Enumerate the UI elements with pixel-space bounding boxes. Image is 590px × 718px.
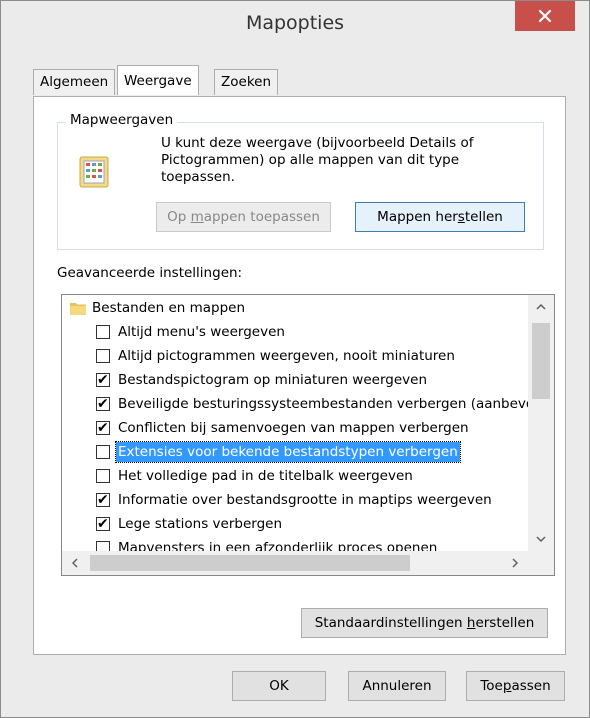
- horizontal-scroll-thumb[interactable]: [90, 555, 410, 571]
- tab-view[interactable]: Weergave: [117, 65, 199, 95]
- chevron-down-icon: [536, 536, 546, 542]
- folder-views-label: Mapweergaven: [66, 112, 178, 128]
- scrollbar-corner: [528, 551, 554, 575]
- checkbox[interactable]: [96, 349, 110, 363]
- folder-views-icon: [79, 156, 109, 188]
- scroll-right-arrow[interactable]: [502, 551, 528, 575]
- folder-options-dialog: Mapopties Algemeen Weergave Zoeken Mapwe…: [0, 0, 590, 718]
- horizontal-scrollbar[interactable]: [62, 551, 528, 575]
- chevron-up-icon: [536, 304, 546, 310]
- checkbox[interactable]: [96, 416, 110, 440]
- tab-search[interactable]: Zoeken: [214, 69, 279, 95]
- vertical-scroll-thumb[interactable]: [532, 323, 550, 399]
- checkbox[interactable]: [96, 469, 110, 483]
- title-bar[interactable]: Mapopties: [1, 1, 589, 45]
- vertical-scrollbar[interactable]: [528, 295, 554, 551]
- reset-folders-button[interactable]: Mappen herstellen: [355, 202, 525, 232]
- advanced-settings-label: Geavanceerde instellingen:: [57, 265, 243, 281]
- apply-to-folders-button[interactable]: Op mappen toepassen: [156, 202, 331, 232]
- restore-defaults-button[interactable]: Standaardinstellingen herstellen: [301, 608, 548, 638]
- folder-views-description: U kunt deze weergave (bijvoorbeeld Detai…: [161, 135, 474, 185]
- apply-button[interactable]: Toepassen: [466, 671, 565, 701]
- checkbox[interactable]: [96, 368, 110, 392]
- close-button[interactable]: [515, 1, 575, 31]
- checkbox[interactable]: [96, 445, 110, 459]
- checkbox[interactable]: [96, 488, 110, 512]
- tab-general[interactable]: Algemeen: [33, 69, 116, 95]
- chevron-right-icon: [512, 558, 518, 568]
- checkbox[interactable]: [96, 512, 110, 536]
- checkbox[interactable]: [96, 392, 110, 416]
- checkbox[interactable]: [96, 325, 110, 339]
- checkbox[interactable]: [96, 541, 110, 551]
- scroll-left-arrow[interactable]: [62, 551, 88, 575]
- scroll-up-arrow[interactable]: [528, 295, 554, 319]
- ok-button[interactable]: OK: [232, 671, 326, 701]
- advanced-settings-tree[interactable]: Bestanden en mappen Altijd menu's weerge…: [61, 294, 555, 576]
- scroll-down-arrow[interactable]: [528, 527, 554, 551]
- view-tab-panel: Mapweergaven U kunt deze weergave (bijvo…: [33, 96, 566, 655]
- cancel-button[interactable]: Annuleren: [348, 671, 446, 701]
- chevron-left-icon: [72, 558, 78, 568]
- folder-icon: [70, 303, 86, 315]
- close-icon: [538, 9, 552, 23]
- window-title: Mapopties: [245, 12, 345, 34]
